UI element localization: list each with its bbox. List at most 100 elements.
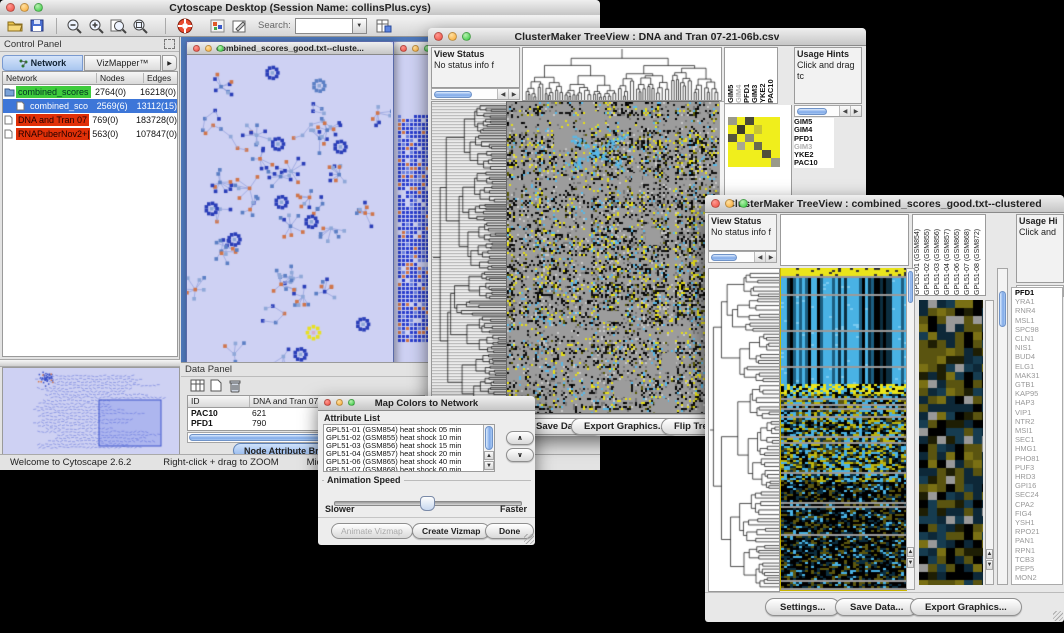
matrix-cell[interactable] [728, 158, 737, 166]
scroll-up-icon[interactable]: ▲ [907, 547, 914, 557]
attribute-item[interactable]: GPL51-07 (GSM868) heat shock 60 min [326, 466, 494, 472]
zoom-fit-icon[interactable] [107, 16, 129, 36]
matrix-cell[interactable] [737, 125, 746, 133]
zoom-button[interactable] [462, 32, 471, 41]
gene-item[interactable]: GPI16 [1015, 481, 1062, 490]
matrix-cell[interactable] [728, 125, 737, 133]
network-list-row[interactable]: RNAPuberNov2+|563(0)107847(0) [3, 127, 177, 141]
gene-item[interactable]: TCB3 [1015, 555, 1062, 564]
column-header-edges[interactable]: Edges [144, 73, 177, 83]
tv2-global-vscrollbar[interactable]: ▲ ▼ [906, 268, 915, 590]
minimize-button[interactable] [725, 199, 734, 208]
open-session-icon[interactable] [4, 16, 26, 36]
matrix-cell[interactable] [737, 150, 746, 158]
matrix-cell[interactable] [745, 150, 754, 158]
matrix-cell[interactable] [745, 142, 754, 150]
tv2-zoom-vscrollbar[interactable]: ▲ ▼ [985, 300, 994, 585]
matrix-cell[interactable] [728, 142, 737, 150]
gene-item[interactable]: PAC10 [794, 159, 834, 167]
gene-item[interactable]: PFD1 [1015, 288, 1062, 297]
scrollbar-thumb[interactable] [908, 271, 913, 303]
matrix-cell[interactable] [762, 158, 771, 166]
gene-item[interactable]: KAP95 [1015, 389, 1062, 398]
tv1-column-label[interactable]: PAC10 [767, 48, 775, 103]
gene-item[interactable]: HRD3 [1015, 472, 1062, 481]
matrix-cell[interactable] [762, 142, 771, 150]
matrix-cell[interactable] [754, 158, 763, 166]
zoom-button[interactable] [739, 199, 748, 208]
scrollbar-thumb[interactable] [999, 291, 1006, 327]
minimize-button[interactable] [205, 45, 212, 52]
network-canvas[interactable] [187, 55, 391, 367]
matrix-cell[interactable] [737, 142, 746, 150]
close-button[interactable] [434, 32, 443, 41]
gene-item[interactable]: RPO21 [1015, 527, 1062, 536]
gene-item[interactable]: BUD4 [1015, 352, 1062, 361]
matrix-cell[interactable] [754, 150, 763, 158]
minimize-button[interactable] [336, 399, 343, 406]
gene-item[interactable]: PHO81 [1015, 454, 1062, 463]
move-attribute-down-button[interactable]: ∨ [506, 448, 534, 462]
gene-item[interactable]: MSL1 [1015, 316, 1062, 325]
gene-item[interactable]: ELG1 [1015, 362, 1062, 371]
network-overview-thumbnail[interactable] [2, 367, 180, 457]
zoom-in-icon[interactable] [85, 16, 107, 36]
gene-item[interactable]: SPC98 [1015, 325, 1062, 334]
gene-item[interactable]: MAK31 [1015, 371, 1062, 380]
matrix-cell[interactable] [754, 117, 763, 125]
dialog-titlebar[interactable]: Map Colors to Network [318, 396, 535, 411]
scroll-right-icon[interactable]: ▶ [850, 106, 861, 116]
scroll-right-icon[interactable]: ▶ [765, 252, 776, 262]
matrix-cell[interactable] [762, 125, 771, 133]
resize-grip[interactable] [1053, 611, 1063, 621]
tv1-row-dendrogram[interactable] [431, 101, 507, 414]
attribute-list-vscrollbar[interactable]: ▲ ▼ [483, 425, 494, 471]
gene-item[interactable]: GTB1 [1015, 380, 1062, 389]
resize-grip[interactable] [524, 534, 534, 544]
tv2-global-heatmap[interactable] [780, 268, 907, 591]
gene-item[interactable]: FIG4 [1015, 509, 1062, 518]
minimize-button[interactable] [20, 3, 29, 12]
tv2-column-label[interactable]: GPL51-06 (GSM865) [954, 215, 964, 295]
zoom-button[interactable] [34, 3, 43, 12]
tv1-global-heatmap[interactable] [506, 101, 720, 414]
gene-item[interactable]: MSI1 [1015, 426, 1062, 435]
tv1-zoom-heatmap-matrix[interactable] [728, 117, 780, 167]
matrix-cell[interactable] [728, 117, 737, 125]
network-list-row[interactable]: combined_sco2569(6)13112(15) [3, 99, 177, 113]
matrix-cell[interactable] [745, 134, 754, 142]
scroll-right-icon[interactable]: ▶ [508, 89, 519, 99]
tv2-column-label[interactable]: GPL51-03 (GSM856) [934, 215, 944, 295]
gene-item[interactable]: SEC24 [1015, 490, 1062, 499]
vizmap-icon[interactable] [206, 16, 228, 36]
animation-speed-slider[interactable] [334, 496, 520, 510]
tv2-column-label[interactable]: GPL51-01 (GSM854) [914, 215, 924, 295]
search-input[interactable] [295, 18, 353, 34]
animate-vizmap-button[interactable]: Animate Vizmap [331, 523, 413, 539]
tv2-settings-button[interactable]: Settings... [765, 598, 840, 616]
matrix-cell[interactable] [771, 117, 780, 125]
gene-item[interactable]: YKE2 [794, 151, 834, 159]
gene-item[interactable]: GIM5 [794, 118, 834, 126]
matrix-cell[interactable] [745, 158, 754, 166]
matrix-cell[interactable] [754, 125, 763, 133]
gene-item[interactable]: HMG1 [1015, 444, 1062, 453]
scroll-down-icon[interactable]: ▼ [484, 461, 494, 470]
gene-item[interactable]: VIP1 [1015, 408, 1062, 417]
tab-vizmapper[interactable]: VizMapper™ [84, 55, 161, 71]
delete-attribute-trash-icon[interactable] [227, 378, 242, 393]
tv2-export-graphics-button[interactable]: Export Graphics... [910, 598, 1022, 616]
zoom-button[interactable] [217, 45, 224, 52]
move-attribute-up-button[interactable]: ∧ [506, 431, 534, 445]
tv2-status-scrollbar[interactable]: ◀ ▶ [708, 251, 777, 263]
scroll-left-icon[interactable]: ◀ [839, 106, 850, 116]
gene-item[interactable]: NIS1 [1015, 343, 1062, 352]
search-dropdown-button[interactable]: ▼ [353, 18, 367, 34]
tv2-column-label[interactable]: GPL51-04 (GSM857) [944, 215, 954, 295]
tv1-column-dendrogram[interactable] [522, 47, 722, 101]
tv2-titlebar[interactable]: ClusterMaker TreeView : combined_scores_… [705, 195, 1064, 213]
scrollbar-thumb[interactable] [485, 426, 493, 450]
slider-thumb[interactable] [420, 496, 435, 511]
close-button[interactable] [6, 3, 15, 12]
zoom-button[interactable] [348, 399, 355, 406]
